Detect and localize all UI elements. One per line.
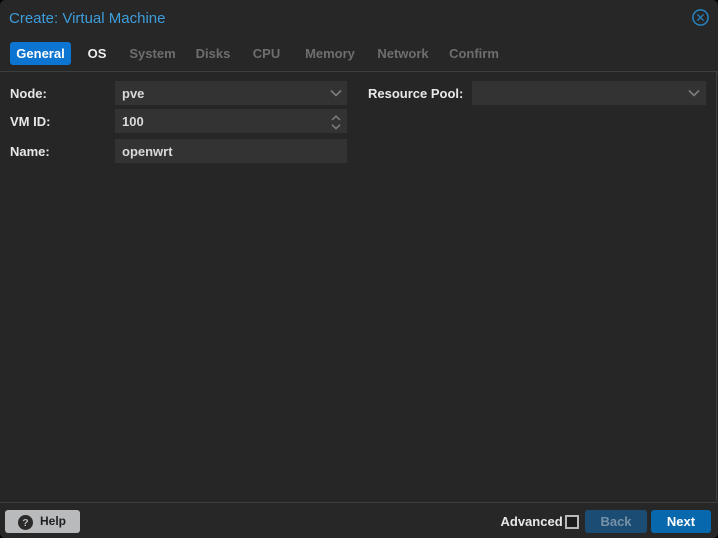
svg-text:?: ? [22,517,28,529]
